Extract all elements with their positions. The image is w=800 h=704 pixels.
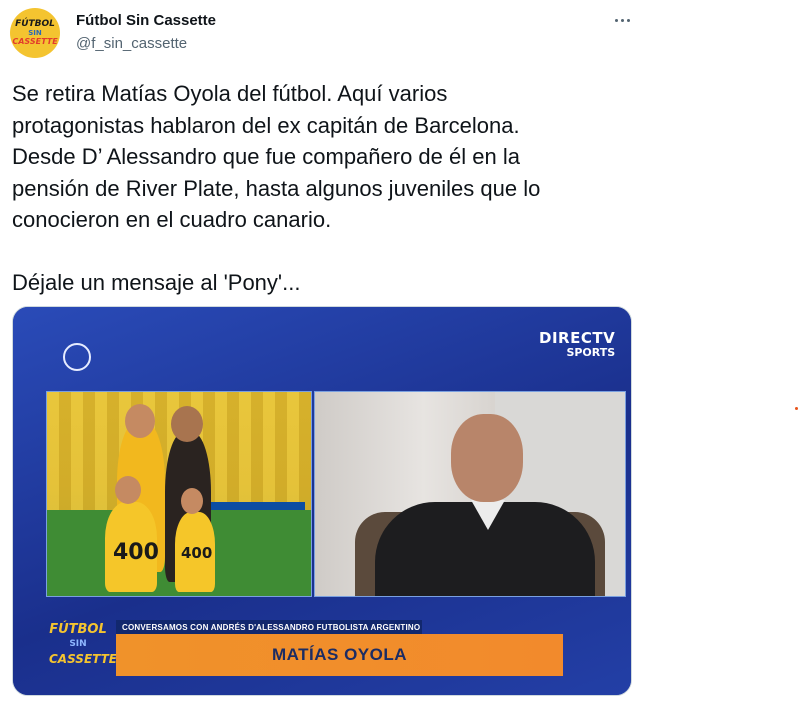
avatar-text-line3: CASSETTE [12,37,58,46]
tweet-text: Se retira Matías Oyola del fútbol. Aquí … [12,81,541,295]
avatar-text-line1: FÚTBOL [15,19,55,29]
avatar[interactable]: FÚTBOL SIN CASSETTE [10,8,60,58]
watermark-line2: SIN [69,639,87,649]
woman-head [171,406,203,442]
child-head-2 [181,488,203,514]
broadcaster-line2: SPORTS [566,345,616,359]
decorative-dot [795,407,798,410]
lower-third-name: MATÍAS OYOLA [116,634,563,676]
tweet-media-video[interactable]: DIRECTV SPORTS 400 400 FÚTBOL SIN CASSET… [12,306,632,696]
more-horizontal-icon [614,18,618,22]
more-options-button[interactable] [610,10,634,30]
shirt-number-2: 400 [181,544,213,562]
watermark-line3: CASSETTE [49,652,117,666]
watermark-line1: FÚTBOL [49,622,107,637]
broadcaster-line1: DIRECTV [539,329,616,347]
shirt-number-1: 400 [113,540,159,565]
lower-third-caption: CONVERSAMOS CON ANDRÉS D'ALESSANDRO FUTB… [116,620,422,635]
player-head [125,404,155,438]
broadcaster-logo: DIRECTV SPORTS [539,329,616,359]
child-head-1 [115,476,141,504]
more-horizontal-icon-dot [620,18,624,22]
avatar-text-line2: SIN [28,29,42,37]
interviewee-head [451,414,523,502]
author-handle[interactable]: @f_sin_cassette [76,35,187,52]
video-panel-stadium: 400 400 [46,391,312,597]
channel-watermark-logo: FÚTBOL SIN CASSETTE [49,622,117,679]
more-horizontal-icon-dot [626,18,630,22]
record-circle-icon [63,343,91,371]
author-name[interactable]: Fútbol Sin Cassette [76,12,216,29]
video-panel-interview [314,391,626,597]
